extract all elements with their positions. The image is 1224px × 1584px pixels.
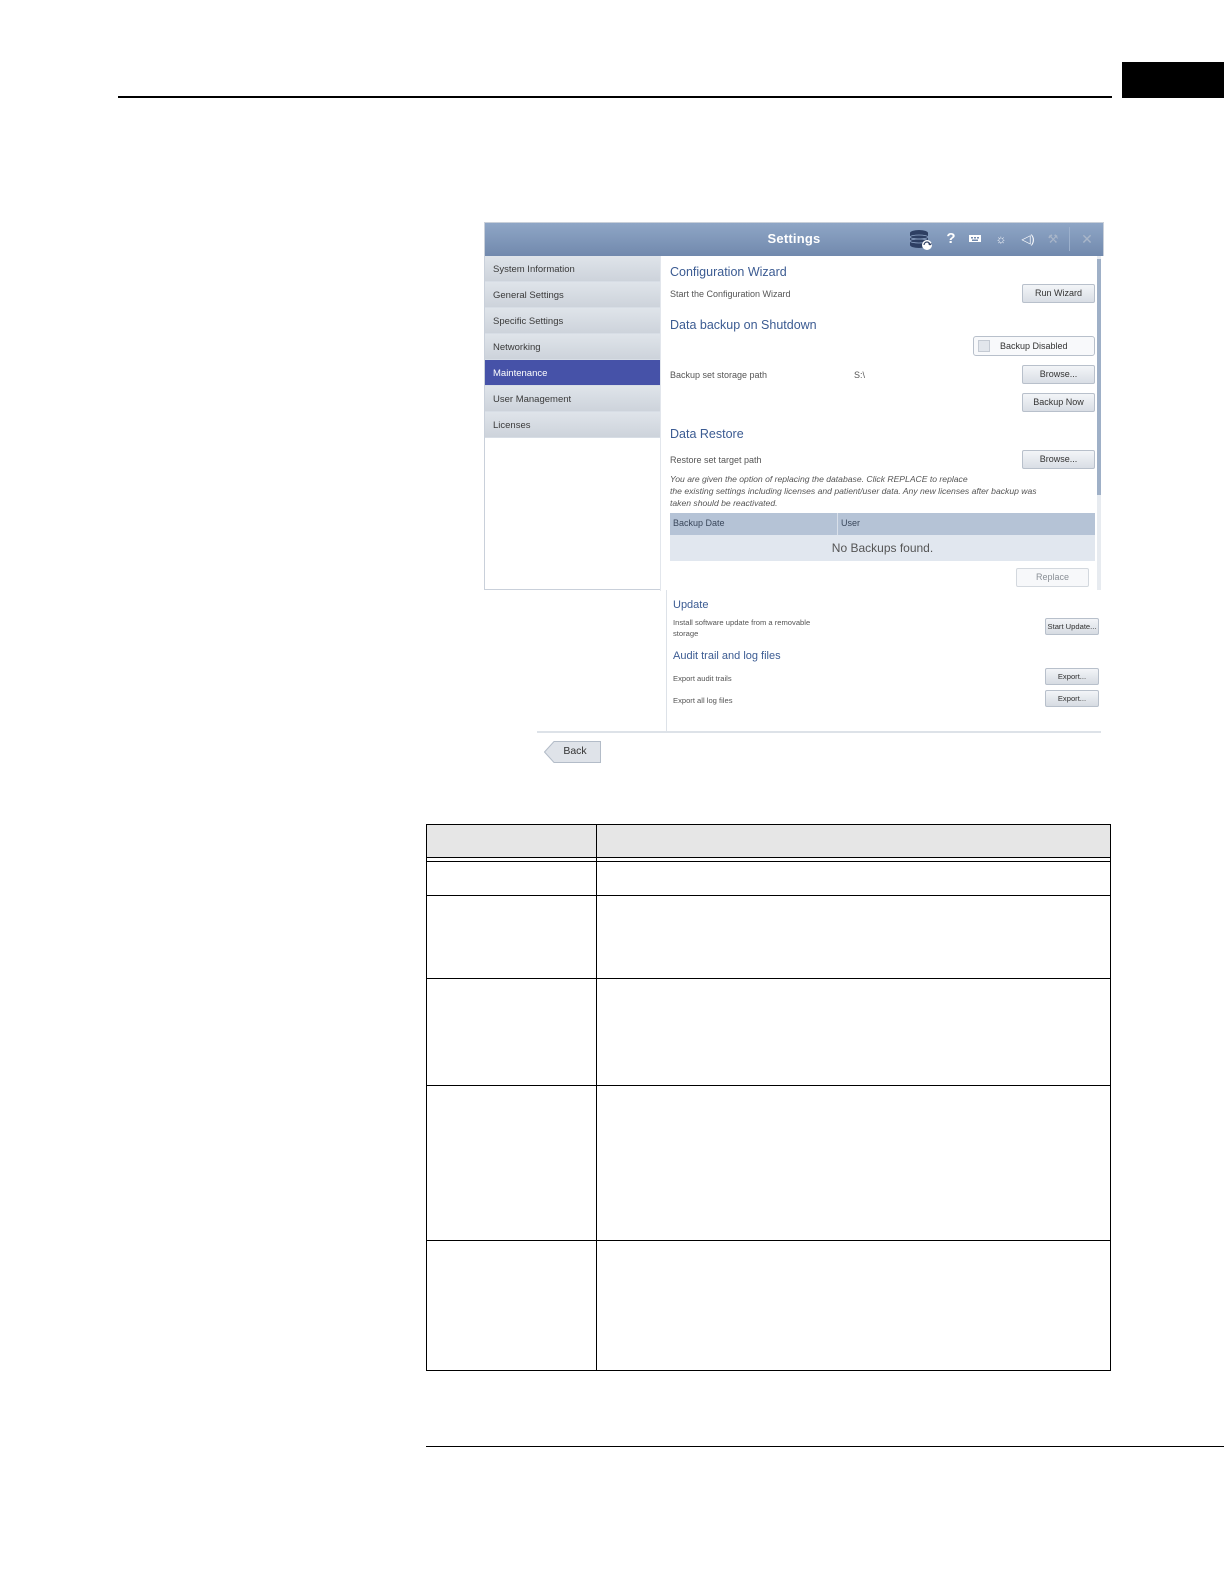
scrollbar-thumb[interactable] (1097, 259, 1101, 495)
config-wizard-label: Start the Configuration Wizard (670, 289, 791, 299)
table-cell (596, 895, 1111, 979)
restore-browse-button[interactable]: Browse... (1022, 450, 1095, 469)
chapter-tab (1122, 62, 1224, 98)
backups-table-header: Backup Date User (670, 513, 1095, 535)
help-icon[interactable]: ? (943, 229, 959, 249)
brightness-icon[interactable]: ☼ (993, 229, 1009, 249)
footer-rule (426, 1446, 1224, 1447)
restore-note-line-2: the existing settings including licenses… (670, 486, 1037, 496)
volume-icon[interactable]: ◁) (1019, 229, 1037, 249)
table-cell (426, 861, 597, 896)
panel-bottom-border (537, 731, 1101, 733)
titlebar-divider (1069, 227, 1070, 251)
sidebar-item-user-management[interactable]: User Management (485, 386, 660, 412)
table-header-row (426, 824, 1111, 858)
update-heading: Update (673, 599, 709, 611)
settings-sidebar: System Information General Settings Spec… (485, 256, 660, 438)
backup-toggle-label: Backup Disabled (1000, 341, 1068, 351)
restore-note-line-3: taken should be reactivated. (670, 498, 778, 508)
no-backups-message: No Backups found. (670, 535, 1095, 561)
settings-window: Settings ? ☼ ◁) ⚒ ✕ System Information G… (484, 222, 1105, 591)
export-audit-label: Export audit trails (673, 674, 732, 683)
update-label-line-1: Install software update from a removable (673, 618, 811, 627)
export-audit-button[interactable]: Export... (1045, 668, 1099, 685)
table-cell (596, 1085, 1111, 1241)
column-header-user[interactable]: User (838, 513, 860, 535)
table-cell (596, 861, 1111, 896)
sidebar-item-networking[interactable]: Networking (485, 334, 660, 360)
table-row (426, 978, 1111, 1086)
backups-table: Backup Date User No Backups found. (670, 513, 1095, 561)
restore-heading: Data Restore (670, 427, 744, 441)
replace-button[interactable]: Replace (1016, 568, 1089, 587)
start-update-button[interactable]: Start Update... (1045, 618, 1099, 635)
backup-now-button[interactable]: Backup Now (1022, 393, 1095, 412)
table-header-cell (596, 824, 1111, 858)
description-table (426, 824, 1111, 1371)
config-wizard-heading: Configuration Wizard (670, 265, 787, 279)
sidebar-item-specific-settings[interactable]: Specific Settings (485, 308, 660, 334)
table-cell (596, 978, 1111, 1086)
sidebar-item-maintenance[interactable]: Maintenance (485, 360, 660, 386)
restore-target-path-label: Restore set target path (670, 455, 762, 465)
header-rule (118, 96, 1112, 98)
export-log-label: Export all log files (673, 696, 733, 705)
toggle-knob (978, 340, 990, 352)
backup-heading: Data backup on Shutdown (670, 318, 817, 332)
keyboard-icon[interactable] (967, 229, 983, 249)
export-log-button[interactable]: Export... (1045, 690, 1099, 707)
sidebar-item-licenses[interactable]: Licenses (485, 412, 660, 438)
run-wizard-button[interactable]: Run Wizard (1022, 284, 1095, 303)
window-title: Settings (767, 231, 821, 246)
sidebar-item-system-information[interactable]: System Information (485, 256, 660, 282)
back-button[interactable]: Back (544, 741, 601, 763)
table-cell (426, 978, 597, 1086)
table-row (426, 1085, 1111, 1241)
audit-heading: Audit trail and log files (673, 650, 781, 662)
restore-note-line-1: You are given the option of replacing th… (670, 474, 968, 484)
table-cell (426, 1240, 597, 1371)
table-cell (426, 1085, 597, 1241)
backup-storage-path-value: S:\ (854, 370, 866, 380)
table-header-cell (426, 824, 597, 858)
back-button-label: Back (563, 745, 587, 757)
table-row (426, 895, 1111, 979)
column-header-backup-date[interactable]: Backup Date (670, 513, 838, 535)
backup-toggle[interactable]: Backup Disabled (973, 336, 1095, 356)
title-bar: Settings ? ☼ ◁) ⚒ ✕ (485, 223, 1103, 256)
update-label-line-2: storage (673, 629, 699, 638)
backup-browse-button[interactable]: Browse... (1022, 365, 1095, 384)
close-icon: ✕ (1081, 231, 1093, 247)
sidebar-item-general-settings[interactable]: General Settings (485, 282, 660, 308)
table-cell (426, 895, 597, 979)
tool-icon: ⚒ (1047, 232, 1059, 246)
database-sync-icon[interactable] (909, 229, 933, 250)
table-cell (596, 1240, 1111, 1371)
table-row (426, 861, 1111, 896)
table-row (426, 1240, 1111, 1371)
backup-storage-path-label: Backup set storage path (670, 370, 768, 380)
